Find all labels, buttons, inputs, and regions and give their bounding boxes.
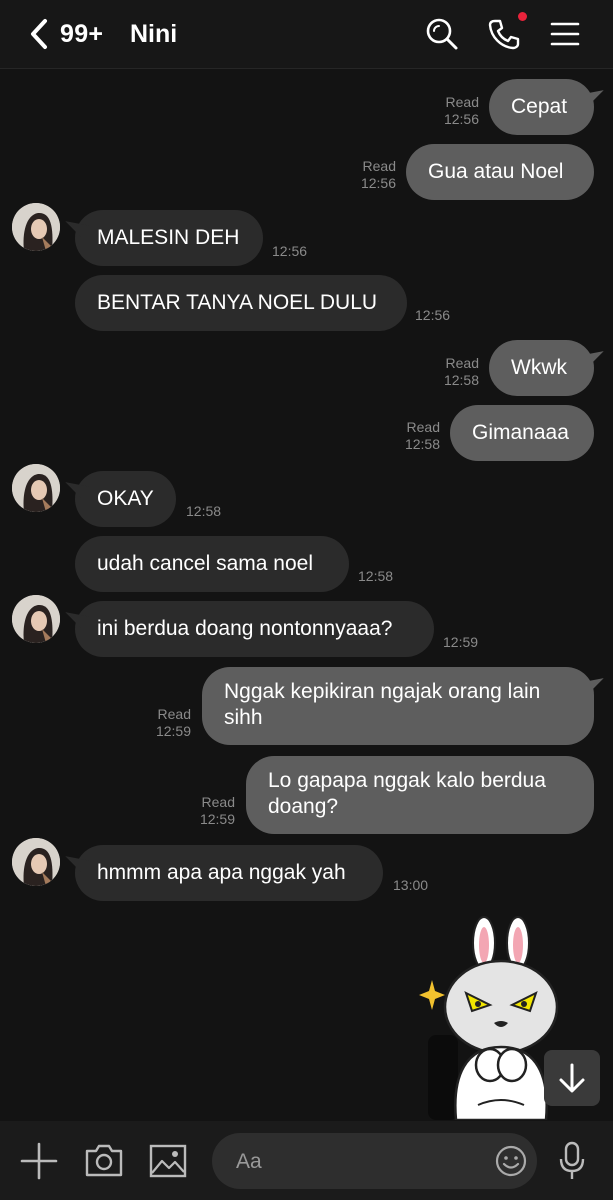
message-text: MALESIN DEH: [97, 226, 240, 249]
plus-icon[interactable]: [20, 1142, 58, 1180]
read-label: Read: [201, 794, 235, 810]
message-input[interactable]: [234, 1133, 488, 1191]
camera-icon[interactable]: [84, 1142, 124, 1178]
message-read-status: Read 12:58: [380, 419, 440, 453]
contact-avatar[interactable]: [12, 464, 60, 512]
menu-icon[interactable]: [548, 17, 582, 51]
avatar-photo-icon: [12, 838, 60, 886]
message-bubble-outgoing[interactable]: Nggak kepikiran ngajak orang lain sihh: [202, 667, 594, 745]
phone-icon[interactable]: [487, 17, 521, 51]
message-time: 12:56: [443, 111, 479, 127]
avatar-photo-icon: [12, 595, 60, 643]
read-label: Read: [445, 94, 479, 110]
message-bubble-outgoing[interactable]: Gimanaaa: [450, 405, 594, 461]
message-read-status: Read 12:59: [131, 706, 191, 740]
message-bubble-incoming[interactable]: BENTAR TANYA NOEL DULU: [75, 275, 407, 331]
message-time: 12:56: [360, 175, 396, 191]
message-time: 12:58: [443, 372, 479, 388]
message-time: 12:59: [155, 723, 191, 739]
message-text: udah cancel sama noel: [97, 552, 313, 575]
message-time: 12:56: [415, 307, 451, 323]
message-bubble-incoming[interactable]: hmmm apa apa nggak yah: [75, 845, 383, 901]
message-input-container: [212, 1133, 537, 1191]
message-time: 12:58: [404, 436, 440, 452]
message-time: 13:00: [393, 877, 429, 893]
chat-header: 99+ Nini: [0, 0, 613, 69]
read-label: Read: [362, 158, 396, 174]
message-text: BENTAR TANYA NOEL DULU: [97, 291, 378, 314]
scroll-to-bottom-button[interactable]: [544, 1050, 600, 1106]
message-read-status: Read 12:59: [175, 794, 235, 828]
chat-title[interactable]: Nini: [130, 20, 177, 49]
contact-avatar[interactable]: [12, 838, 60, 886]
message-bubble-outgoing[interactable]: Gua atau Noel: [406, 144, 594, 200]
contact-avatar[interactable]: [12, 595, 60, 643]
message-text: ini berdua doang nontonnyaaa?: [97, 617, 393, 640]
message-bubble-outgoing[interactable]: Wkwk: [489, 340, 594, 396]
message-time: 12:56: [272, 243, 308, 259]
call-notification-dot: [518, 12, 527, 21]
message-time: 12:58: [358, 568, 394, 584]
message-text: hmmm apa apa nggak yah: [97, 861, 346, 884]
message-bubble-incoming[interactable]: udah cancel sama noel: [75, 536, 349, 592]
read-label: Read: [157, 706, 191, 722]
message-text: OKAY: [97, 487, 154, 510]
message-read-status: Read 12:56: [336, 158, 396, 192]
message-bubble-incoming[interactable]: OKAY: [75, 471, 176, 527]
message-bubble-outgoing[interactable]: Cepat: [489, 79, 594, 135]
message-bubble-outgoing[interactable]: Lo gapapa nggak kalo berdua doang?: [246, 756, 594, 834]
message-read-status: Read 12:58: [419, 355, 479, 389]
read-label: Read: [406, 419, 440, 435]
message-bubble-incoming[interactable]: MALESIN DEH: [75, 210, 263, 266]
search-icon[interactable]: [425, 17, 459, 51]
read-label: Read: [445, 355, 479, 371]
avatar-photo-icon: [12, 203, 60, 251]
message-read-status: Read 12:56: [419, 94, 479, 128]
message-time: 12:59: [199, 811, 235, 827]
message-bubble-incoming[interactable]: ini berdua doang nontonnyaaa?: [75, 601, 434, 657]
emoji-icon[interactable]: [495, 1145, 527, 1177]
message-text: Nggak kepikiran ngajak orang lain sihh: [224, 680, 541, 729]
message-text: Gua atau Noel: [428, 160, 564, 183]
message-time: 12:59: [443, 634, 479, 650]
microphone-icon[interactable]: [558, 1141, 586, 1181]
message-time: 12:58: [186, 503, 222, 519]
message-text: Cepat: [511, 95, 568, 118]
message-text: Wkwk: [511, 356, 567, 379]
contact-avatar[interactable]: [12, 203, 60, 251]
message-text: Lo gapapa nggak kalo berdua doang?: [268, 769, 546, 818]
message-text: Gimanaaa: [472, 421, 569, 444]
image-icon[interactable]: [149, 1143, 187, 1179]
unread-count[interactable]: 99+: [60, 20, 103, 49]
avatar-photo-icon: [12, 464, 60, 512]
arrow-down-icon: [559, 1063, 585, 1093]
chevron-left-icon[interactable]: [26, 16, 54, 52]
